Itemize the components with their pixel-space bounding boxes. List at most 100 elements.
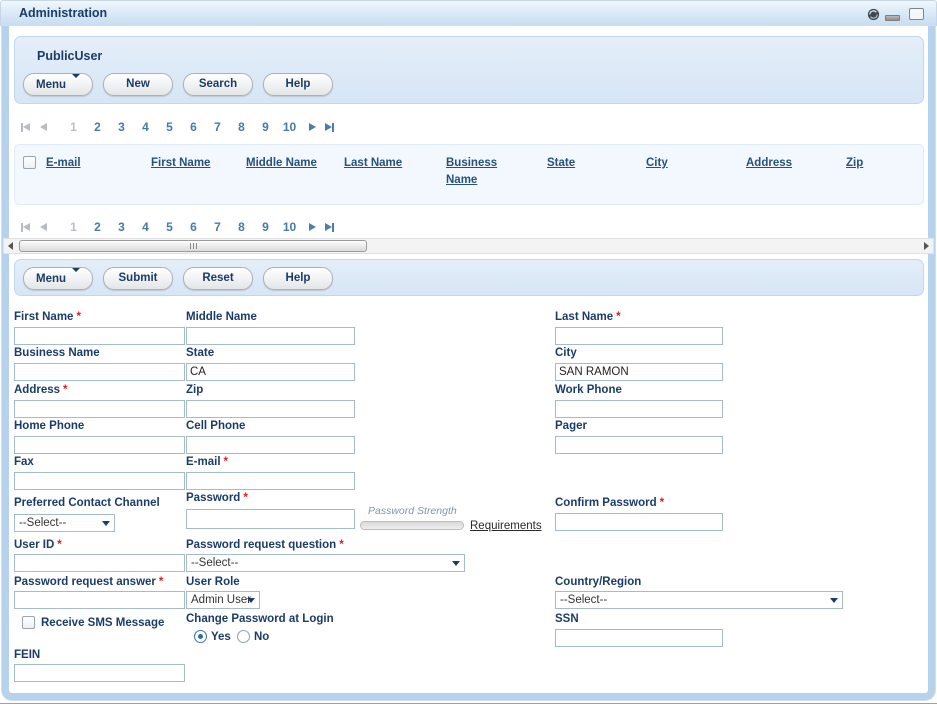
- country-region-select[interactable]: --Select--: [555, 591, 843, 609]
- column-header-email[interactable]: E-mail: [46, 155, 81, 172]
- first-page-icon[interactable]: [21, 223, 30, 232]
- help-button[interactable]: Help: [263, 73, 333, 96]
- change-password-yes-radio[interactable]: [194, 630, 207, 643]
- maximize-icon[interactable]: [909, 1, 924, 27]
- page-link[interactable]: 9: [258, 120, 273, 134]
- city-input[interactable]: [555, 363, 723, 381]
- scroll-left-icon[interactable]: [8, 242, 13, 250]
- form-toolbar-panel: Menu Submit Reset Help: [14, 259, 924, 296]
- page-link[interactable]: 1: [66, 120, 81, 134]
- page-link[interactable]: 4: [138, 120, 153, 134]
- window-title: Administration: [19, 6, 107, 20]
- password-request-answer-label: Password request answer*: [14, 576, 163, 588]
- fein-input[interactable]: [14, 664, 185, 682]
- previous-page-icon[interactable]: [40, 223, 47, 231]
- page-link[interactable]: 7: [210, 120, 225, 134]
- column-header-middle-name[interactable]: Middle Name: [246, 155, 317, 172]
- column-header-state[interactable]: State: [547, 155, 575, 172]
- user-id-input[interactable]: [14, 554, 185, 572]
- page-link[interactable]: 2: [90, 220, 105, 234]
- confirm-password-input[interactable]: [555, 513, 723, 531]
- minimize-icon[interactable]: [885, 1, 900, 27]
- last-name-input[interactable]: [555, 327, 723, 345]
- address-input[interactable]: [14, 400, 185, 418]
- menu-dropdown-icon: [72, 74, 80, 95]
- column-header-city[interactable]: City: [646, 155, 668, 172]
- page-link[interactable]: 10: [282, 120, 297, 134]
- email-input[interactable]: [186, 472, 355, 490]
- next-page-icon[interactable]: [309, 223, 316, 231]
- administration-window: Administration PublicUser Menu New Searc…: [0, 0, 937, 708]
- password-request-answer-input[interactable]: [14, 591, 185, 609]
- chevron-down-icon: [102, 521, 110, 526]
- change-password-no-radio[interactable]: [237, 630, 250, 643]
- column-header-business-name[interactable]: Business Name: [446, 155, 508, 189]
- fax-input[interactable]: [14, 472, 185, 490]
- column-header-first-name[interactable]: First Name: [151, 155, 210, 172]
- menu-dropdown-icon: [72, 268, 80, 289]
- horizontal-scrollbar[interactable]: [3, 238, 934, 254]
- password-input[interactable]: [186, 509, 355, 529]
- page-link[interactable]: 3: [114, 120, 129, 134]
- last-page-icon[interactable]: [325, 123, 334, 132]
- menu-button[interactable]: Menu: [23, 73, 93, 96]
- zip-input[interactable]: [186, 400, 355, 418]
- page-link[interactable]: 9: [258, 220, 273, 234]
- next-page-icon[interactable]: [309, 123, 316, 131]
- page-link[interactable]: 8: [234, 120, 249, 134]
- column-header-last-name[interactable]: Last Name: [344, 155, 402, 172]
- reset-button[interactable]: Reset: [183, 267, 253, 290]
- preferred-contact-channel-label: Preferred Contact Channel: [14, 497, 160, 509]
- work-phone-input[interactable]: [555, 400, 723, 418]
- business-name-label: Business Name: [14, 347, 100, 359]
- sync-icon[interactable]: [867, 1, 880, 27]
- business-name-input[interactable]: [14, 363, 185, 381]
- help-button[interactable]: Help: [263, 267, 333, 290]
- password-request-question-select[interactable]: --Select--: [186, 554, 465, 572]
- page-link[interactable]: 6: [186, 120, 201, 134]
- submit-button[interactable]: Submit: [103, 267, 173, 290]
- change-password-no-label: No: [254, 631, 269, 643]
- search-button[interactable]: Search: [183, 73, 253, 96]
- home-phone-input[interactable]: [14, 436, 185, 454]
- scrollbar-thumb[interactable]: [19, 240, 367, 252]
- receive-sms-label: Receive SMS Message: [41, 617, 164, 629]
- page-link[interactable]: 2: [90, 120, 105, 134]
- previous-page-icon[interactable]: [40, 123, 47, 131]
- last-page-icon[interactable]: [325, 223, 334, 232]
- middle-name-input[interactable]: [186, 327, 355, 345]
- receive-sms-checkbox[interactable]: [22, 616, 35, 629]
- middle-name-label: Middle Name: [186, 311, 257, 323]
- page-link[interactable]: 4: [138, 220, 153, 234]
- first-name-input[interactable]: [14, 327, 185, 345]
- first-page-icon[interactable]: [21, 123, 30, 132]
- column-header-address[interactable]: Address: [746, 155, 792, 172]
- ssn-input[interactable]: [555, 629, 723, 647]
- page-link[interactable]: 10: [282, 220, 297, 234]
- page-link[interactable]: 5: [162, 120, 177, 134]
- page-link[interactable]: 1: [66, 220, 81, 234]
- state-input[interactable]: [186, 363, 355, 381]
- select-all-checkbox[interactable]: [23, 156, 36, 169]
- scroll-right-icon[interactable]: [924, 242, 929, 250]
- new-button[interactable]: New: [103, 73, 173, 96]
- user-role-label: User Role: [186, 576, 240, 588]
- page-link[interactable]: 7: [210, 220, 225, 234]
- pager-input[interactable]: [555, 436, 723, 454]
- password-label: Password*: [186, 492, 248, 504]
- menu-button[interactable]: Menu: [23, 267, 93, 290]
- requirements-link[interactable]: Requirements: [470, 520, 542, 532]
- user-role-select[interactable]: Admin User: [186, 591, 260, 609]
- public-user-panel: PublicUser Menu New Search Help: [14, 36, 924, 104]
- fein-label: FEIN: [14, 649, 40, 661]
- page-link[interactable]: 3: [114, 220, 129, 234]
- cell-phone-input[interactable]: [186, 436, 355, 454]
- page-links: 123456789 10: [66, 120, 306, 134]
- password-request-question-label: Password request question*: [186, 539, 344, 551]
- cell-phone-label: Cell Phone: [186, 420, 245, 432]
- page-link[interactable]: 5: [162, 220, 177, 234]
- page-link[interactable]: 6: [186, 220, 201, 234]
- column-header-zip[interactable]: Zip: [846, 155, 863, 172]
- preferred-contact-channel-select[interactable]: --Select--: [14, 514, 115, 532]
- page-link[interactable]: 8: [234, 220, 249, 234]
